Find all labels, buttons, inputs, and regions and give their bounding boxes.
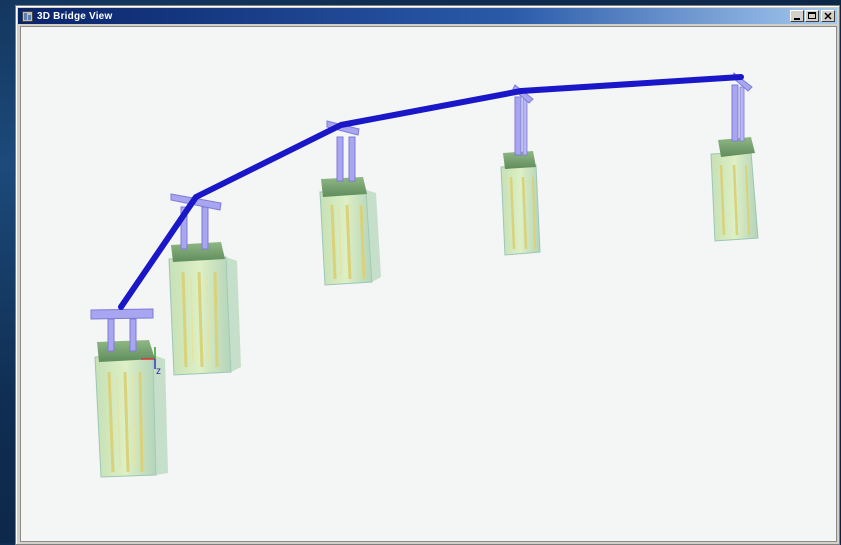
columns (731, 84, 745, 142)
pile-cap (171, 242, 225, 262)
pile-group (500, 164, 541, 256)
pier-3[interactable] (319, 120, 381, 286)
3d-viewport[interactable]: z (20, 26, 837, 542)
maximize-button[interactable] (805, 10, 819, 22)
pier-1[interactable] (90, 308, 168, 478)
app-icon (21, 10, 33, 22)
bridge-scene[interactable]: z (21, 27, 836, 541)
pier-5[interactable] (710, 72, 759, 242)
minimize-icon (794, 18, 800, 20)
pile-group (319, 189, 381, 286)
close-icon (824, 12, 832, 20)
pile-group (168, 256, 241, 376)
columns (336, 136, 356, 182)
pier-4[interactable] (500, 84, 541, 256)
pier-cap-beam (90, 308, 154, 320)
columns (514, 96, 528, 156)
minimize-button[interactable] (790, 10, 804, 22)
maximize-icon (808, 12, 816, 19)
title-bar[interactable]: 3D Bridge View (18, 8, 837, 24)
bridge-view-window: 3D Bridge View z (15, 5, 840, 545)
pile-cap (321, 177, 367, 197)
close-button[interactable] (821, 10, 835, 22)
window-title: 3D Bridge View (37, 10, 113, 22)
z-axis-label: z (156, 366, 161, 377)
pile-group (710, 151, 759, 242)
